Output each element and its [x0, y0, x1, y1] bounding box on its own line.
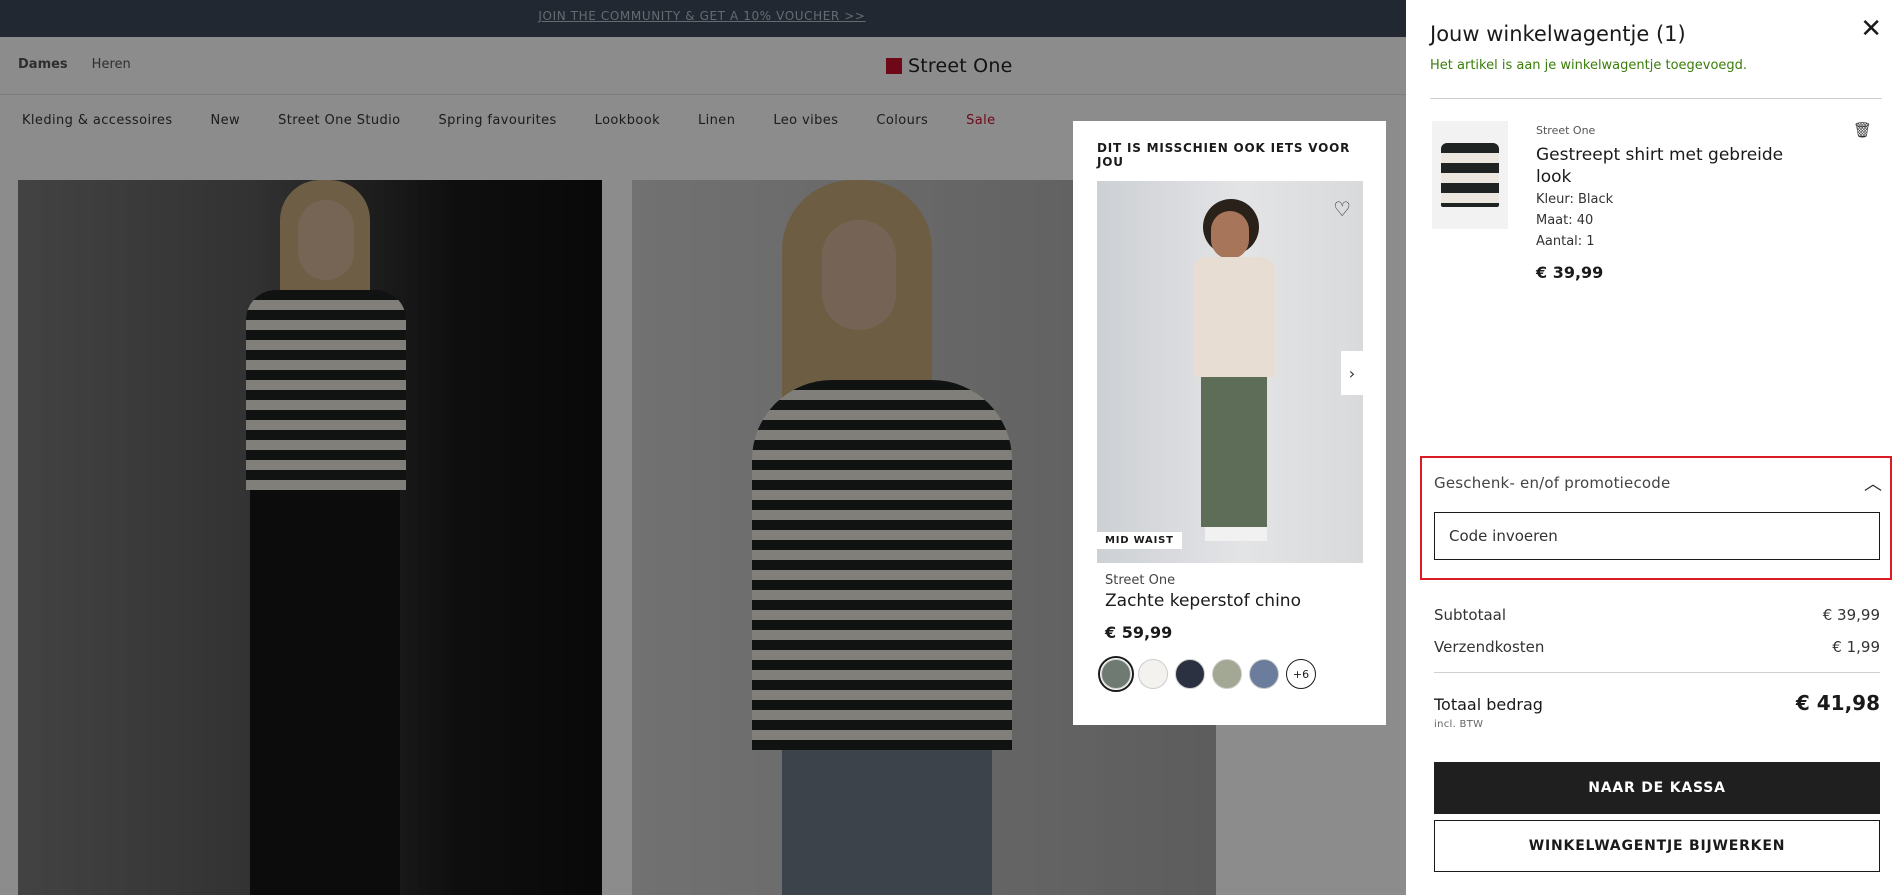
product-badge: MID WAIST: [1097, 532, 1182, 549]
promo-code-label: Geschenk- en/of promotiecode: [1434, 474, 1671, 492]
swatch-navy[interactable]: [1175, 659, 1205, 689]
divider: [1430, 98, 1882, 99]
cart-item-color: Kleur: Black: [1536, 192, 1614, 207]
cart-item-brand: Street One: [1536, 124, 1596, 137]
trash-icon[interactable]: 🗑: [1853, 121, 1872, 139]
cart-item-quantity: Aantal: 1: [1536, 234, 1595, 249]
subtotal-label: Subtotaal: [1434, 606, 1507, 624]
swatch-green[interactable]: [1098, 656, 1134, 692]
update-cart-button[interactable]: WINKELWAGENTJE BIJWERKEN: [1434, 820, 1880, 872]
cart-totals: Subtotaal € 39,99 Verzendkosten € 1,99 T…: [1434, 606, 1880, 730]
cart-drawer: Jouw winkelwagentje (1) ✕ Het artikel is…: [1406, 0, 1904, 895]
grand-total-row: Totaal bedrag € 41,98: [1434, 691, 1880, 715]
promo-code-section: Geschenk- en/of promotiecode ︿: [1420, 456, 1892, 580]
chevron-right-icon[interactable]: ›: [1341, 351, 1363, 395]
close-icon[interactable]: ✕: [1860, 14, 1882, 44]
checkout-button[interactable]: NAAR DE KASSA: [1434, 762, 1880, 814]
recommendation-popup: DIT IS MISSCHIEN OOK IETS VOOR JOU ♡ › M…: [1073, 121, 1386, 725]
color-swatches: +6: [1097, 656, 1362, 692]
recommendation-price: € 59,99: [1105, 623, 1173, 642]
subtotal-value: € 39,99: [1822, 606, 1880, 624]
swatch-blue[interactable]: [1249, 659, 1279, 689]
cart-item-price: € 39,99: [1536, 263, 1604, 282]
promo-code-toggle[interactable]: Geschenk- en/of promotiecode ︿: [1434, 466, 1882, 500]
cart-item-name[interactable]: Gestreept shirt met gebreide look: [1536, 144, 1806, 188]
cart-title: Jouw winkelwagentje (1): [1430, 22, 1686, 46]
total-value: € 41,98: [1795, 691, 1880, 715]
recommendation-title: DIT IS MISSCHIEN OOK IETS VOOR JOU: [1097, 141, 1351, 169]
shipping-value: € 1,99: [1832, 638, 1880, 656]
cart-item-thumbnail[interactable]: [1432, 121, 1508, 229]
cart-item-size: Maat: 40: [1536, 213, 1594, 228]
total-label: Totaal bedrag: [1434, 695, 1543, 714]
divider: [1434, 672, 1880, 673]
swatch-white[interactable]: [1138, 659, 1168, 689]
recommendation-product-image[interactable]: ♡ › MID WAIST: [1097, 181, 1363, 563]
swatch-olive[interactable]: [1212, 659, 1242, 689]
striped-shirt-thumb: [1441, 143, 1499, 207]
more-colors-button[interactable]: +6: [1286, 659, 1316, 689]
chevron-up-icon: ︿: [1864, 474, 1882, 495]
cart-added-message: Het artikel is aan je winkelwagentje toe…: [1430, 58, 1748, 73]
promo-code-input[interactable]: [1434, 512, 1880, 560]
incl-vat-note: incl. BTW: [1434, 719, 1484, 730]
subtotal-row: Subtotaal € 39,99: [1434, 606, 1880, 624]
shipping-row: Verzendkosten € 1,99: [1434, 638, 1880, 656]
model-blouse: [1193, 257, 1275, 377]
shipping-label: Verzendkosten: [1434, 638, 1545, 656]
cart-item-meta: Kleur: Black Maat: 40 Aantal: 1: [1536, 189, 1613, 252]
model-shoes: [1205, 527, 1267, 541]
model-face: [1211, 211, 1249, 259]
model-chino: [1201, 377, 1267, 527]
heart-icon[interactable]: ♡: [1333, 197, 1351, 221]
recommendation-name[interactable]: Zachte keperstof chino: [1097, 591, 1362, 611]
recommendation-brand: Street One: [1105, 573, 1176, 588]
